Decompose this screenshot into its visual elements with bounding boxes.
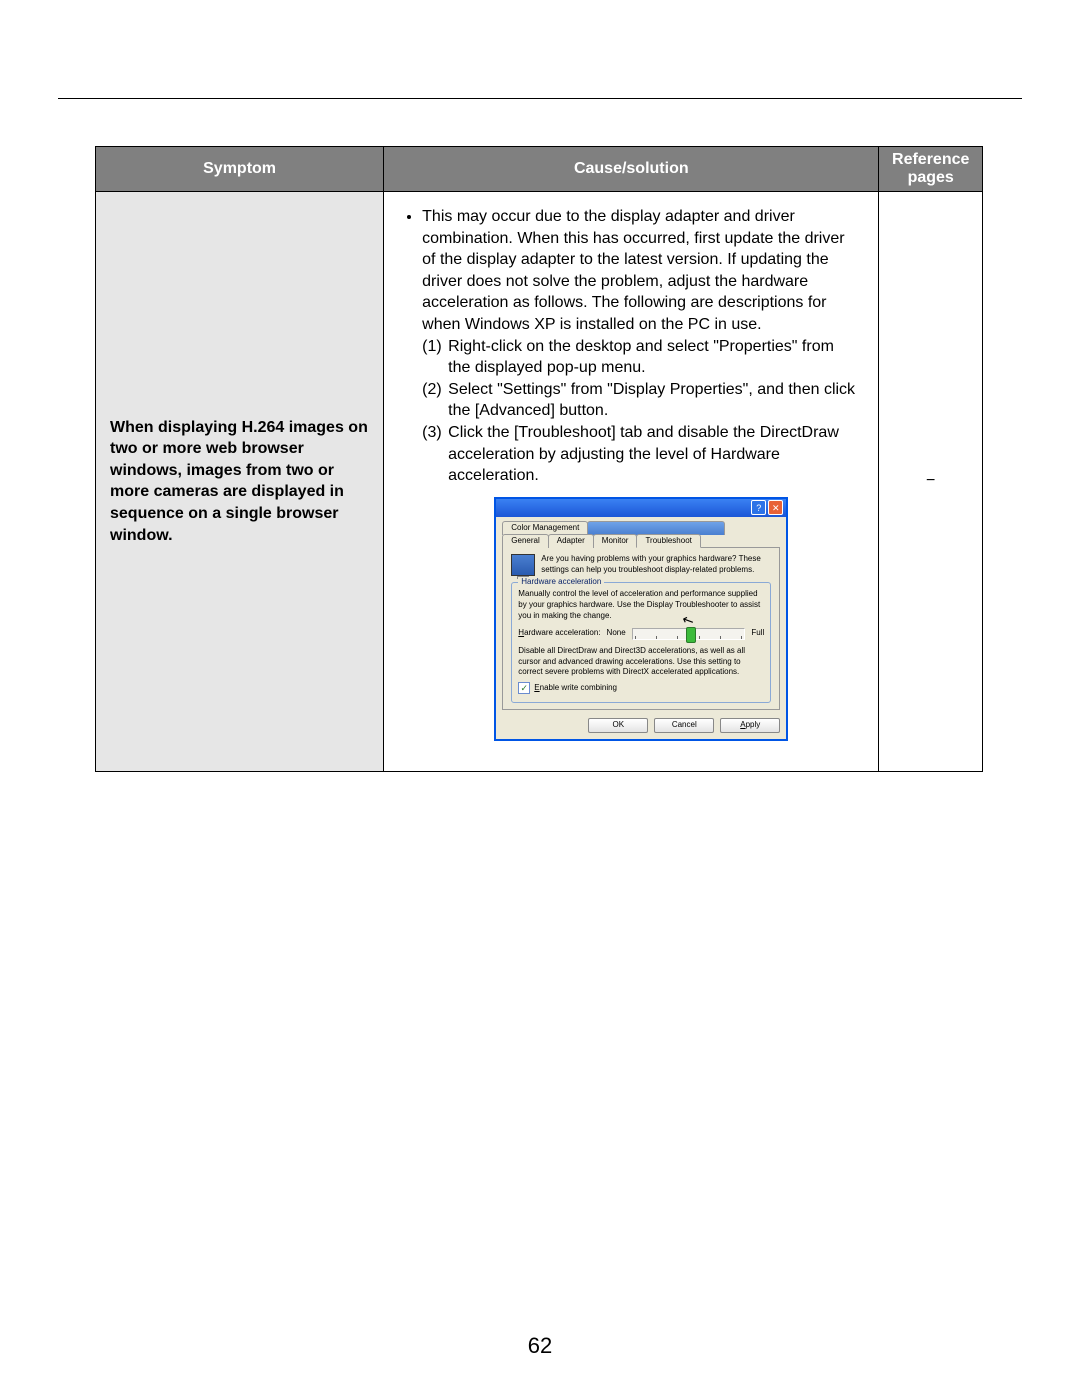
- monitor-icon: [511, 554, 535, 576]
- tab-color-management[interactable]: Color Management: [502, 521, 588, 535]
- tab-monitor[interactable]: Monitor: [593, 534, 638, 549]
- slider-label: HHardware acceleration:ardware accelerat…: [518, 628, 600, 639]
- tab-general[interactable]: General: [502, 534, 548, 549]
- tab-obscured[interactable]: ———: [587, 521, 725, 535]
- page-number: 62: [0, 1333, 1080, 1359]
- step-2-text: Select "Settings" from "Display Properti…: [448, 379, 860, 422]
- step-3-text: Click the [Troubleshoot] tab and disable…: [448, 422, 860, 487]
- header-reference: Reference pages: [879, 147, 983, 192]
- write-combining-checkbox[interactable]: ✓: [518, 682, 530, 694]
- dialog-titlebar: ? ✕: [496, 499, 786, 517]
- cell-symptom: When displaying H.264 images on two or m…: [96, 192, 384, 772]
- acceleration-result-desc: Disable all DirectDraw and Direct3D acce…: [518, 646, 764, 678]
- troubleshooting-table: Symptom Cause/solution Reference pages W…: [95, 146, 983, 772]
- step-1-text: Right-click on the desktop and select "P…: [448, 336, 860, 379]
- hardware-acceleration-legend: Hardware acceleration: [518, 577, 604, 588]
- apply-button[interactable]: Apply: [720, 718, 780, 733]
- cell-reference: −: [879, 192, 983, 772]
- tab-content-troubleshoot: Are you having problems with your graphi…: [502, 547, 780, 710]
- tab-troubleshoot[interactable]: Troubleshoot: [636, 534, 700, 549]
- step-3-num: (3): [422, 422, 448, 487]
- step-2-num: (2): [422, 379, 448, 422]
- slider-thumb[interactable]: [686, 627, 696, 643]
- display-properties-dialog: ? ✕ Color Management ——— General: [494, 497, 788, 741]
- hardware-acceleration-group: Hardware acceleration Manually control t…: [511, 582, 771, 703]
- table-row: When displaying H.264 images on two or m…: [96, 192, 983, 772]
- troubleshoot-intro-text: Are you having problems with your graphi…: [541, 554, 771, 576]
- help-icon[interactable]: ?: [751, 500, 766, 515]
- page-top-rule: [58, 98, 1022, 99]
- dialog-tabs: Color Management ——— General Adapter Mon…: [502, 521, 780, 549]
- header-cause: Cause/solution: [384, 147, 879, 192]
- cancel-button[interactable]: Cancel: [654, 718, 714, 733]
- acceleration-slider[interactable]: ↖: [632, 628, 746, 640]
- ok-button[interactable]: OK: [588, 718, 648, 733]
- cell-cause: This may occur due to the display adapte…: [384, 192, 879, 772]
- slider-max-label: Full: [751, 628, 764, 639]
- close-icon[interactable]: ✕: [768, 500, 783, 515]
- header-symptom: Symptom: [96, 147, 384, 192]
- hardware-acceleration-desc: Manually control the level of accelerati…: [518, 589, 764, 621]
- step-1-num: (1): [422, 336, 448, 379]
- write-combining-label: Enable write combining: [534, 683, 617, 694]
- slider-min-label: None: [607, 628, 626, 639]
- cause-intro: This may occur due to the display adapte…: [422, 206, 860, 336]
- tab-adapter[interactable]: Adapter: [548, 534, 594, 549]
